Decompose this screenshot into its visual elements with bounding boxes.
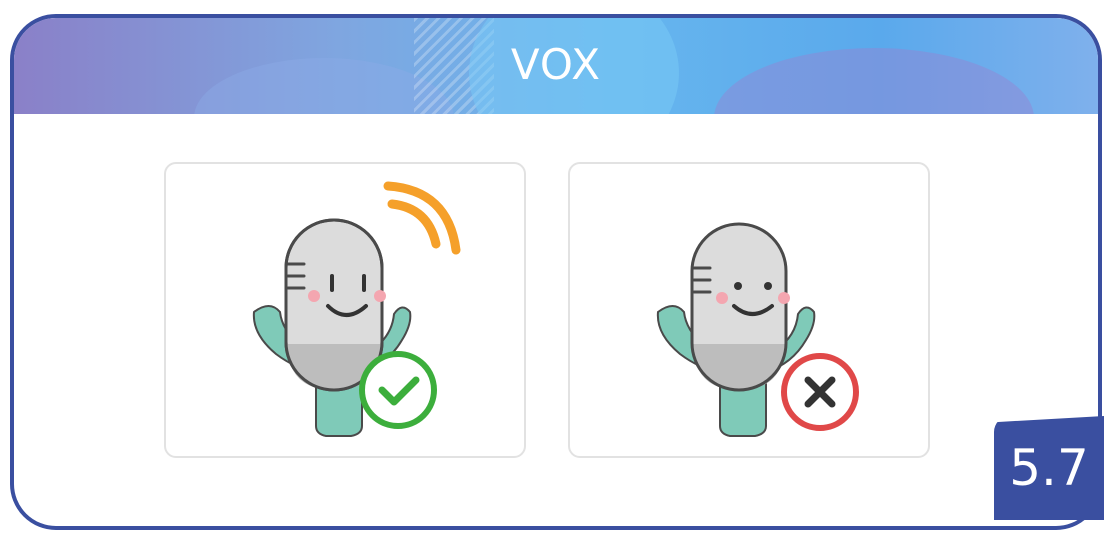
section-number-badge: 5.7: [994, 416, 1104, 520]
panel-header: VOX: [14, 18, 1098, 114]
cross-icon: [781, 353, 859, 431]
panel-title: VOX: [510, 40, 602, 89]
microphone-on-illustration: [252, 181, 461, 437]
microphone-off-illustration: [656, 222, 859, 437]
vox-off-option[interactable]: [568, 162, 930, 458]
vox-on-option[interactable]: [164, 162, 526, 458]
check-icon: [359, 351, 437, 429]
sound-waves-icon: [383, 181, 461, 255]
